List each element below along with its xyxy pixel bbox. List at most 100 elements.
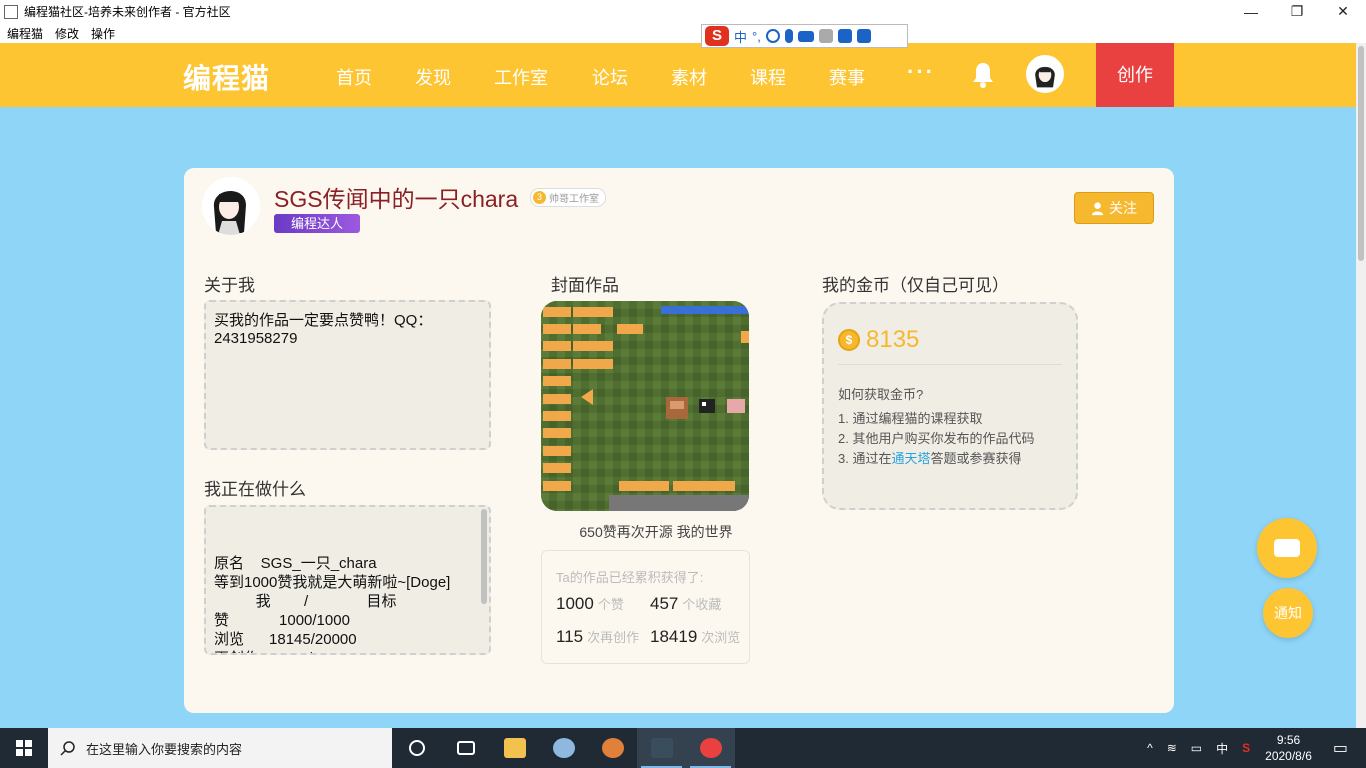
tray-chevron-icon[interactable]: ^ — [1147, 741, 1153, 755]
coin-icon: $ — [838, 329, 860, 351]
action-center-icon[interactable]: ▭ — [1333, 738, 1348, 758]
tray-sogou-icon[interactable]: S — [1242, 741, 1250, 755]
coin-method-1: 1. 通过编程猫的课程获取 — [838, 411, 983, 426]
window-title: 编程猫社区-培养未来创作者 - 官方社区 — [24, 5, 231, 19]
bell-icon[interactable] — [971, 61, 995, 89]
cover-title: 封面作品 — [551, 276, 619, 295]
taskbar-search[interactable]: 在这里输入你要搜索的内容 — [48, 728, 392, 768]
minimize-button[interactable]: — — [1228, 4, 1274, 20]
paint-app-icon[interactable] — [539, 728, 588, 768]
nav-studio[interactable]: 工作室 — [494, 64, 548, 90]
taskbar: 在这里输入你要搜索的内容 ^ ≋ ▭ 中 S 9:56 2020/8/6 ▭ — [0, 728, 1366, 768]
stat-views-value: 18419 — [650, 627, 698, 646]
windows-logo-icon — [16, 740, 32, 756]
tray-ime-lang[interactable]: 中 — [1216, 740, 1228, 757]
profile-card: SGS传闻中的一只chara 3 帅哥工作室 编程达人 关注 关于我 买我的作品… — [184, 168, 1174, 713]
tower-link[interactable]: 通天塔 — [891, 451, 930, 466]
menu-bar: 编程猫 修改 操作 — [0, 23, 1366, 43]
search-icon — [60, 741, 75, 756]
doing-text: 原名 SGS_一只_chara 等到1000赞我就是大萌新啦~[Doge] 我 … — [214, 555, 451, 653]
network-icon[interactable]: ≋ — [1167, 741, 1177, 755]
menu-item-edit[interactable]: 修改 — [55, 25, 79, 42]
profile-avatar — [202, 177, 260, 235]
codemao-ide-icon[interactable] — [637, 728, 686, 768]
add-user-icon — [1091, 201, 1104, 215]
clock-date: 2020/8/6 — [1265, 749, 1312, 763]
nav-assets[interactable]: 素材 — [671, 64, 707, 90]
follow-button[interactable]: 关注 — [1074, 192, 1154, 224]
nav-forum[interactable]: 论坛 — [592, 64, 628, 90]
nav-contests[interactable]: 赛事 — [829, 64, 865, 90]
menu-item-app[interactable]: 编程猫 — [7, 25, 43, 42]
sogou-logo-icon[interactable]: S — [705, 26, 729, 46]
stat-favorites-unit: 个收藏 — [682, 597, 722, 612]
stat-likes: 1000 个赞 — [556, 594, 624, 614]
clock[interactable]: 9:56 2020/8/6 — [1265, 732, 1312, 764]
ime-lang[interactable]: 中 — [734, 27, 747, 46]
codemao-app-icon[interactable] — [686, 728, 735, 768]
stat-favorites: 457 个收藏 — [650, 594, 721, 614]
task-view-icon[interactable] — [441, 728, 490, 768]
system-tray: ^ ≋ ▭ 中 S 9:56 2020/8/6 ▭ — [1140, 728, 1366, 768]
nav-more-icon[interactable]: ··· — [907, 59, 935, 85]
stat-views-unit: 次浏览 — [701, 630, 741, 645]
nav-discover[interactable]: 发现 — [415, 64, 451, 90]
maximize-button[interactable]: ❐ — [1274, 3, 1320, 20]
doing-box[interactable]: 原名 SGS_一只_chara 等到1000赞我就是大萌新啦~[Doge] 我 … — [204, 505, 491, 655]
start-button[interactable] — [0, 728, 48, 768]
level-badge: 编程达人 — [274, 214, 360, 233]
about-text: 买我的作品一定要点赞鸭！QQ：2431958279 — [204, 300, 491, 450]
ime-punct[interactable]: °, — [752, 29, 761, 44]
coin-method-3-post: 答题或参赛获得 — [930, 451, 1022, 466]
search-placeholder: 在这里输入你要搜索的内容 — [86, 741, 243, 757]
toolbox-grid-icon[interactable] — [856, 29, 871, 43]
stat-views: 18419 次浏览 — [650, 628, 746, 647]
stat-likes-unit: 个赞 — [597, 597, 624, 612]
studio-level: 3 — [533, 191, 546, 204]
close-button[interactable]: ✕ — [1320, 3, 1366, 20]
stats-heading: Ta的作品已经累积获得了: — [556, 570, 704, 585]
ime-toolbar[interactable]: S 中 °, — [701, 24, 908, 48]
window-titlebar: 编程猫社区-培养未来创作者 - 官方社区 — ❐ ✕ — [0, 0, 1366, 23]
doing-title: 我正在做什么 — [204, 480, 306, 499]
nav-courses[interactable]: 课程 — [750, 64, 786, 90]
stat-favorites-value: 457 — [650, 594, 679, 613]
username: SGS传闻中的一只chara — [274, 186, 519, 212]
coin-method-3: 3. 通过在通天塔答题或参赛获得 — [838, 448, 1022, 467]
skin-shirt-icon[interactable] — [837, 29, 852, 43]
emoji-icon[interactable] — [765, 29, 780, 43]
media-app-icon[interactable] — [588, 728, 637, 768]
site-logo[interactable]: 编程猫 — [183, 57, 270, 97]
follow-label: 关注 — [1109, 200, 1137, 216]
coins-box: $ 8135 如何获取金币? 1. 通过编程猫的课程获取 2. 其他用户购买你发… — [822, 302, 1078, 510]
coins-title: 我的金币（仅自己可见） — [822, 276, 1009, 295]
chat-bubble-icon — [1274, 539, 1300, 557]
scrollbar-thumb[interactable] — [1358, 46, 1364, 261]
site-header: 编程猫 首页 发现 工作室 论坛 素材 课程 赛事 ··· 创作 — [0, 43, 1356, 107]
chat-button[interactable] — [1257, 518, 1317, 578]
cover-image[interactable] — [541, 301, 749, 511]
studio-badge[interactable]: 3 帅哥工作室 — [530, 188, 606, 207]
battery-icon[interactable]: ▭ — [1191, 741, 1202, 755]
user-avatar[interactable] — [1026, 55, 1064, 93]
about-title: 关于我 — [204, 276, 255, 295]
stat-remixes: 115 次再创作 — [556, 628, 646, 647]
stat-likes-value: 1000 — [556, 594, 594, 613]
create-button[interactable]: 创作 — [1096, 43, 1174, 107]
stats-box: Ta的作品已经累积获得了: 1000 个赞 457 个收藏 115 次再创作 1841… — [541, 550, 750, 664]
notify-button[interactable]: 通知 — [1263, 588, 1313, 638]
nav-home[interactable]: 首页 — [336, 64, 372, 90]
coin-balance: $ 8135 — [838, 326, 919, 354]
page-scrollbar[interactable] — [1356, 43, 1366, 728]
cortana-icon[interactable] — [392, 728, 441, 768]
doing-scrollbar[interactable] — [481, 509, 487, 604]
coin-amount: 8135 — [866, 326, 920, 353]
stat-remixes-value: 115 — [556, 627, 584, 646]
user-icon[interactable] — [818, 29, 833, 43]
keyboard-icon[interactable] — [797, 30, 814, 42]
file-explorer-icon[interactable] — [490, 728, 539, 768]
cover-caption[interactable]: 650赞再次开源 我的世界 — [541, 522, 771, 542]
coin-method-3-pre: 3. 通过在 — [838, 451, 892, 466]
microphone-icon[interactable] — [784, 29, 793, 43]
menu-item-actions[interactable]: 操作 — [91, 25, 115, 42]
